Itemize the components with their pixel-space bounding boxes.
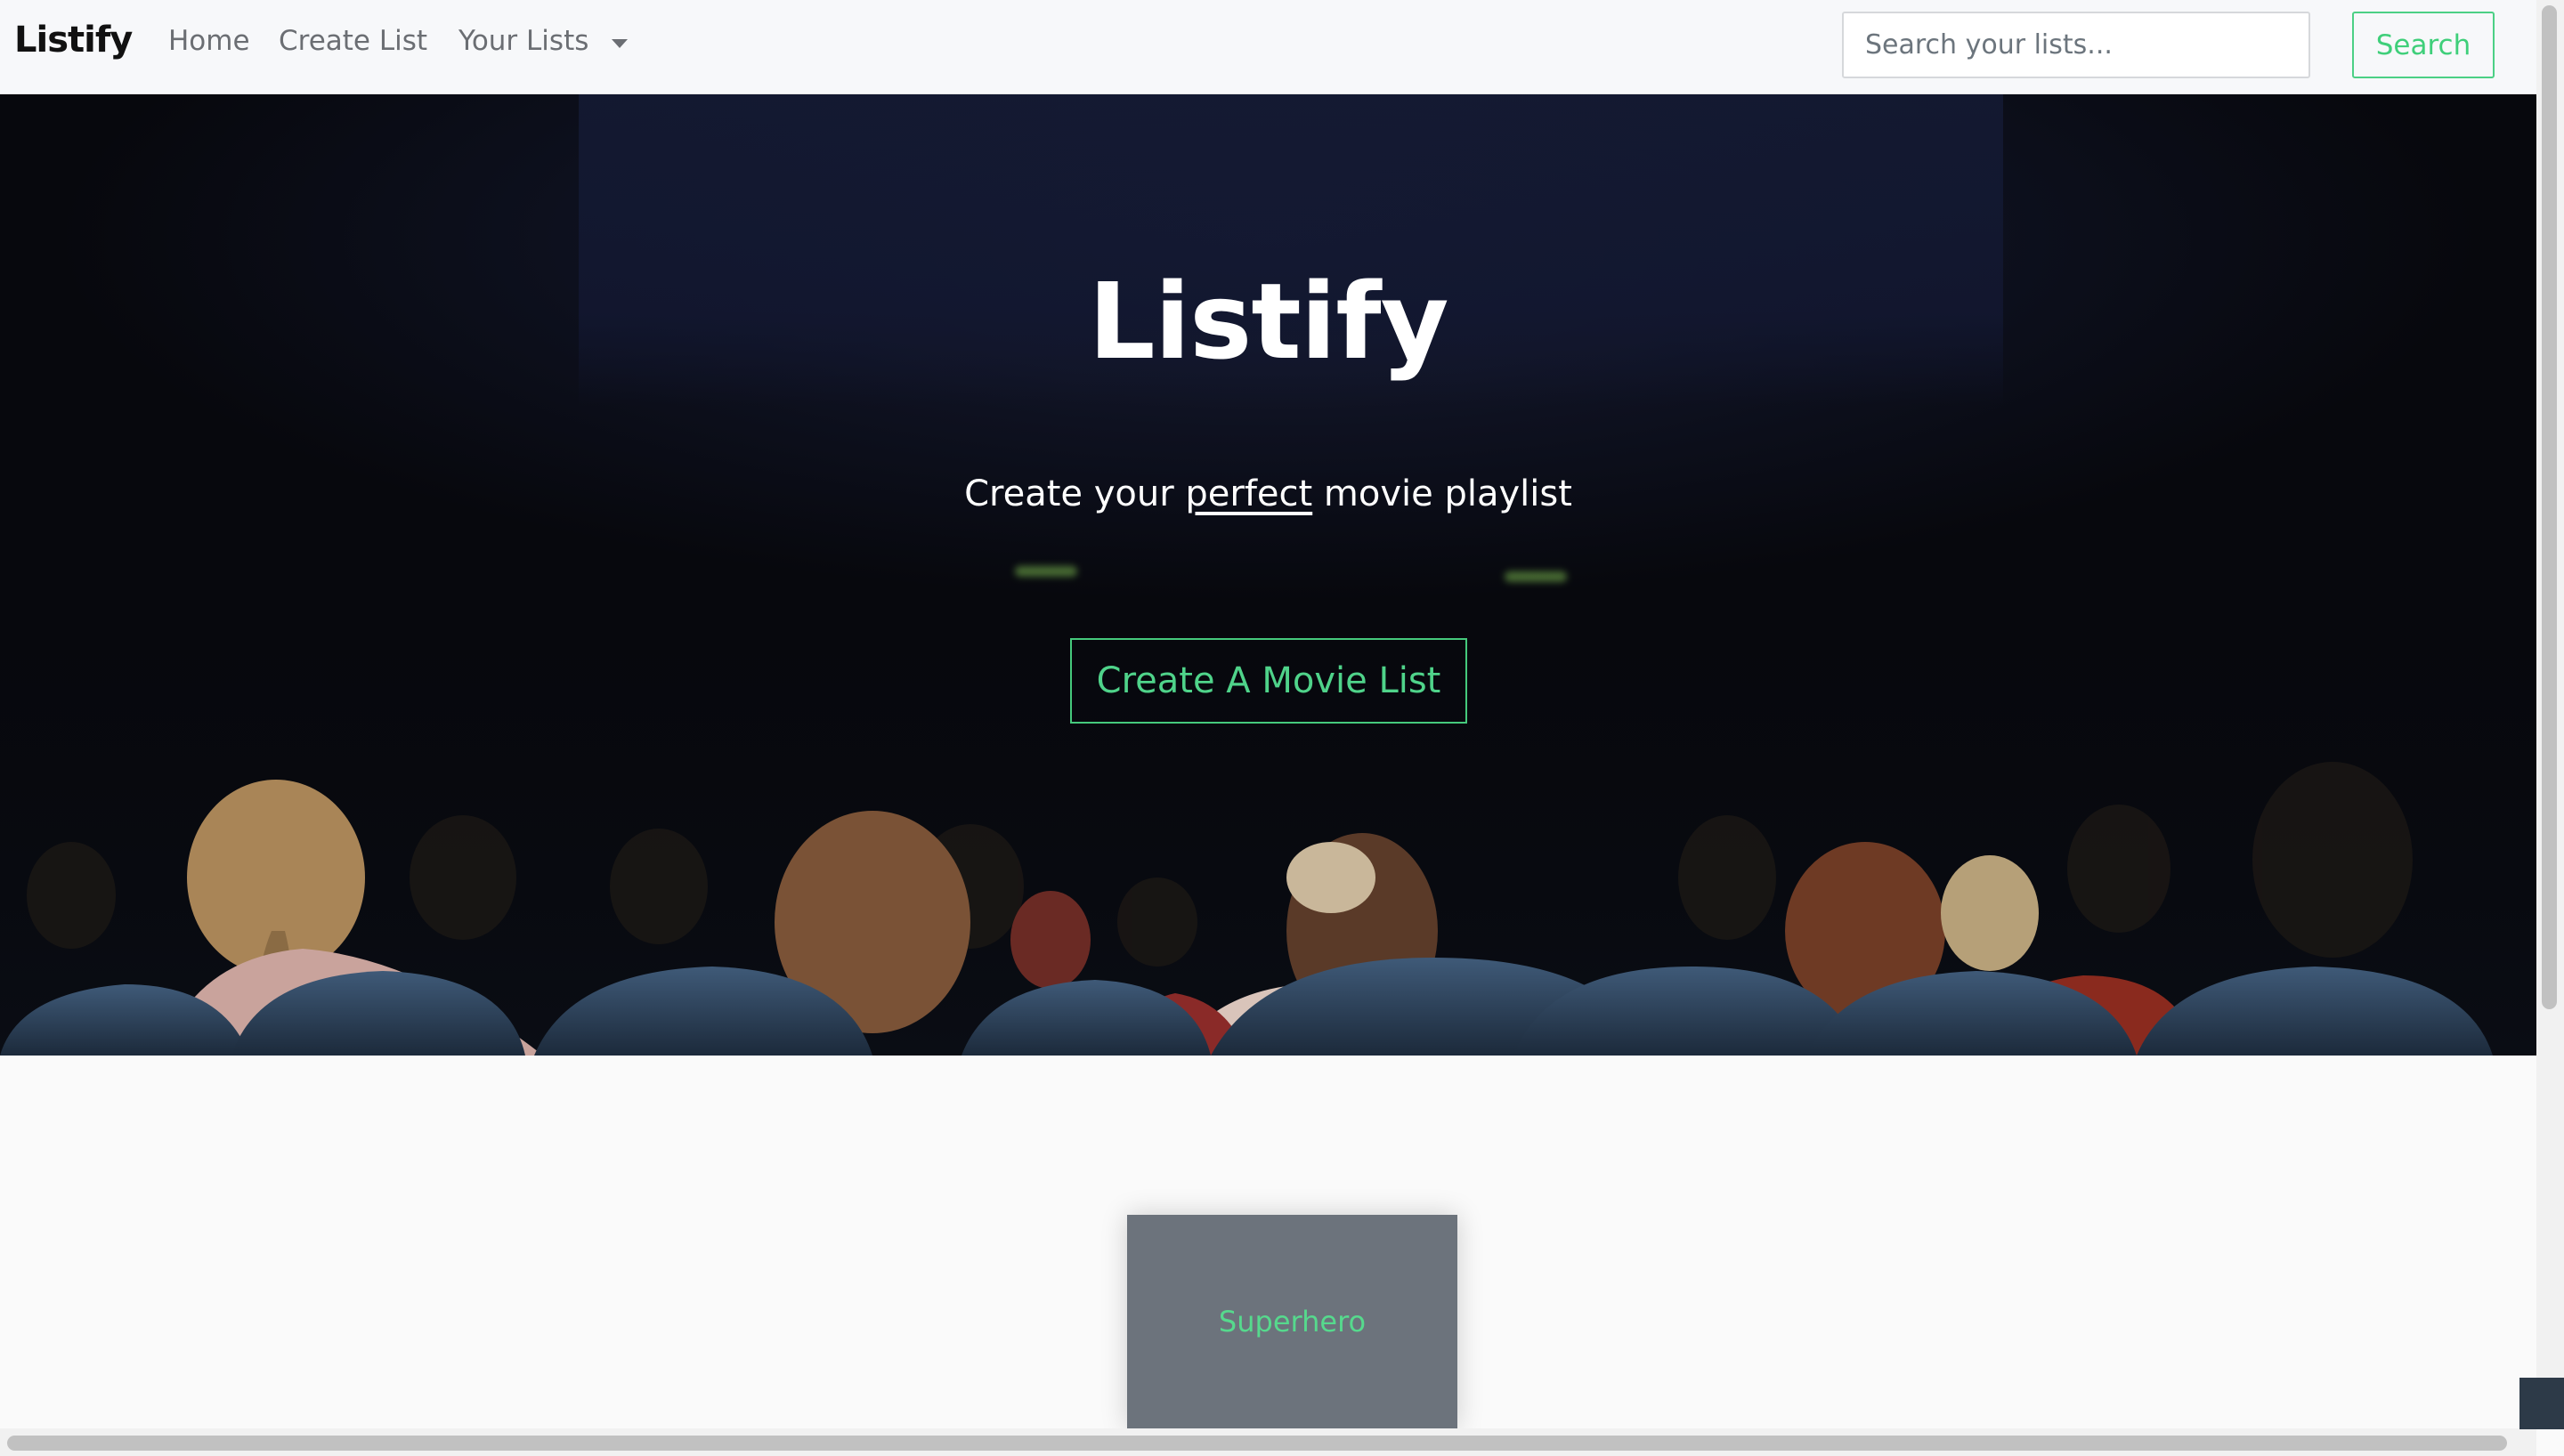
hero-subtitle: Create your perfect movie playlist [0,473,2536,514]
navbar: Listify Home Create List Your Lists Sear… [0,0,2536,94]
hero-subtitle-start: Create your [964,473,1186,514]
nav-link-home[interactable]: Home [168,25,250,57]
hero-subtitle-emphasis: perfect [1185,473,1313,514]
vertical-scrollbar-thumb[interactable] [2542,5,2557,1009]
nav-link-your-lists[interactable]: Your Lists [458,25,588,57]
floating-corner-button[interactable] [2519,1378,2564,1429]
hero-subtitle-end: movie playlist [1312,473,1572,514]
brand-logo[interactable]: Listify [14,20,133,61]
caret-down-icon[interactable] [612,39,628,48]
create-movie-list-button[interactable]: Create A Movie List [1070,638,1467,724]
horizontal-scrollbar-thumb[interactable] [7,1436,2507,1451]
audience-illustration [0,557,2536,1056]
hero-section: Listify Create your perfect movie playli… [0,94,2536,1056]
search-input[interactable] [1842,12,2310,78]
list-card-label[interactable]: Superhero [1219,1305,1366,1339]
list-card-superhero[interactable]: Superhero [1127,1215,1457,1428]
search-button[interactable]: Search [2352,12,2495,78]
hero-title: Listify [1088,260,1449,383]
page: Listify Home Create List Your Lists Sear… [0,0,2564,1456]
nav-link-create-list[interactable]: Create List [279,25,427,57]
